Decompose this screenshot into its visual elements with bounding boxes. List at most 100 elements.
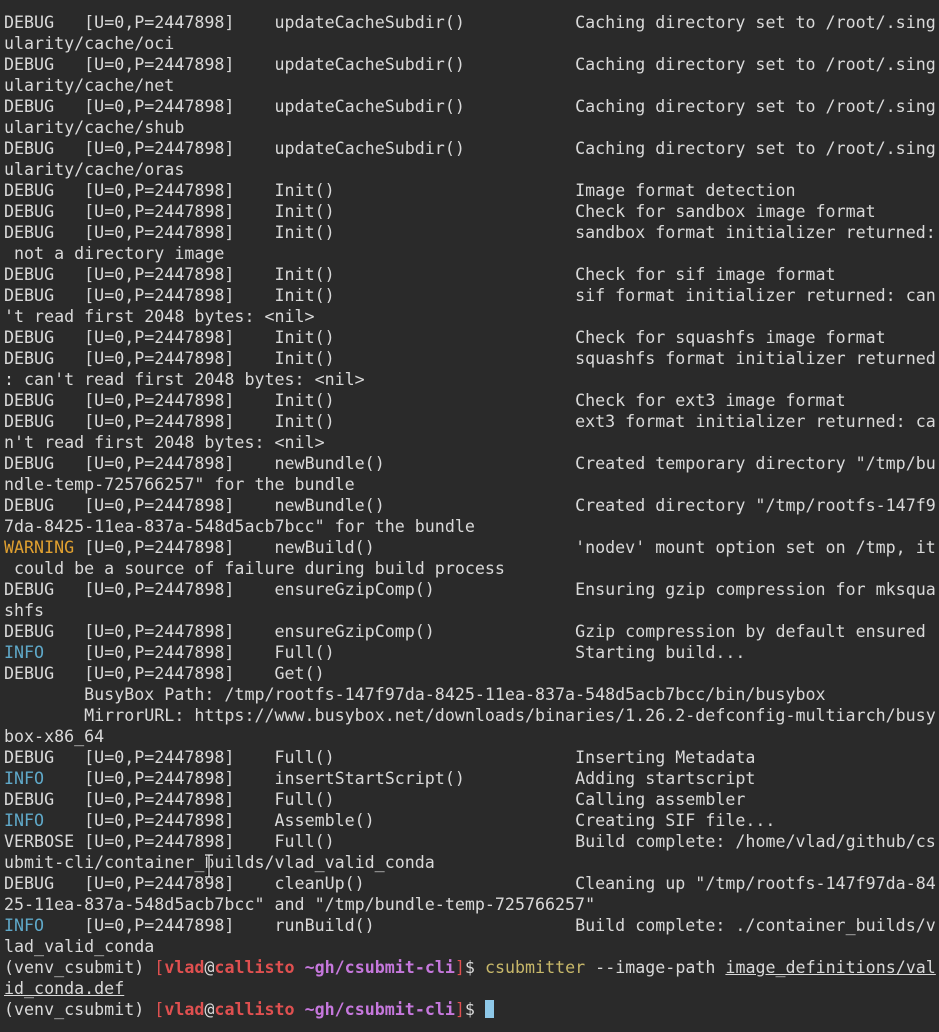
log-level-pad: [54, 874, 84, 893]
terminal-cursor[interactable]: [484, 1000, 494, 1018]
terminal-line: id_conda.def: [4, 978, 939, 999]
prompt-venv: (venv_csubmit): [4, 958, 155, 977]
log-level: DEBUG: [4, 286, 55, 305]
log-level-pad: [54, 496, 84, 515]
log-process-ids: [U=0,P=2447898]: [84, 181, 235, 200]
log-spacer: [335, 748, 575, 767]
log-level: DEBUG: [4, 55, 55, 74]
log-level-pad: [54, 223, 84, 242]
terminal-line: n't read first 2048 bytes: <nil>: [4, 432, 939, 453]
terminal-line: ularity/cache/oci: [4, 33, 939, 54]
log-function: newBuild(): [274, 538, 375, 557]
log-level: DEBUG: [4, 748, 55, 767]
log-process-ids: [U=0,P=2447898]: [84, 811, 235, 830]
terminal-line: (venv_csubmit) [vlad@callisto ~gh/csubmi…: [4, 999, 939, 1020]
log-function: Init(): [274, 286, 335, 305]
log-function: updateCacheSubdir(): [274, 55, 465, 74]
log-message: squashfs format initializer returned: [575, 349, 936, 368]
log-function: newBundle(): [274, 496, 385, 515]
log-spacer: [365, 874, 575, 893]
log-process-ids: [U=0,P=2447898]: [84, 748, 235, 767]
log-function: Full(): [274, 832, 335, 851]
log-level-pad: [54, 181, 84, 200]
prompt-bracket-open: [: [154, 1000, 165, 1019]
log-function: Init(): [274, 181, 335, 200]
log-spacer: [435, 622, 575, 641]
terminal-line: MirrorURL: https://www.busybox.net/downl…: [4, 705, 939, 726]
log-message: Ensuring gzip compression for mksqua: [575, 580, 936, 599]
log-continuation: not a directory image: [4, 244, 225, 263]
log-process-ids: [U=0,P=2447898]: [84, 832, 235, 851]
log-level-pad: [54, 622, 84, 641]
log-spacer: [335, 286, 575, 305]
terminal-line: INFO [U=0,P=2447898] insertStartScript()…: [4, 768, 939, 789]
log-level: INFO: [4, 811, 45, 830]
log-function: ensureGzipComp(): [274, 622, 435, 641]
log-level: INFO: [4, 916, 45, 935]
terminal-line: DEBUG [U=0,P=2447898] newBundle() Create…: [4, 453, 939, 474]
terminal-line: DEBUG [U=0,P=2447898] Init() sif format …: [4, 285, 939, 306]
log-spacer: [234, 622, 274, 641]
log-function: Init(): [274, 349, 335, 368]
log-spacer: [465, 97, 575, 116]
log-function: updateCacheSubdir(): [274, 139, 465, 158]
log-message: Caching directory set to /root/.sing: [575, 97, 936, 116]
log-level-pad: [44, 769, 84, 788]
terminal-line: DEBUG [U=0,P=2447898] newBundle() Create…: [4, 495, 939, 516]
log-spacer: [234, 748, 274, 767]
log-message: Check for sandbox image format: [575, 202, 876, 221]
terminal-line: 't read first 2048 bytes: <nil>: [4, 306, 939, 327]
log-spacer: [234, 538, 274, 557]
log-level-pad: [44, 643, 84, 662]
log-spacer: [335, 223, 575, 242]
log-continuation: shfs: [4, 601, 45, 620]
log-level-pad: [54, 139, 84, 158]
log-spacer: [375, 538, 575, 557]
log-spacer: [385, 496, 575, 515]
log-message: sif format initializer returned: can: [575, 286, 936, 305]
log-continuation: MirrorURL: https://www.busybox.net/downl…: [4, 706, 936, 725]
log-spacer: [234, 496, 274, 515]
terminal-output[interactable]: DEBUG [U=0,P=2447898] updateCacheSubdir(…: [4, 12, 939, 1020]
log-process-ids: [U=0,P=2447898]: [84, 622, 235, 641]
log-process-ids: [U=0,P=2447898]: [84, 265, 235, 284]
log-level-pad: [54, 748, 84, 767]
log-message: Check for sif image format: [575, 265, 836, 284]
log-spacer: [234, 181, 274, 200]
log-level: DEBUG: [4, 265, 55, 284]
prompt-host: callisto: [214, 1000, 295, 1019]
prompt-at: @: [204, 958, 215, 977]
log-message: Created directory "/tmp/rootfs-147f9: [575, 496, 936, 515]
log-process-ids: [U=0,P=2447898]: [84, 496, 235, 515]
log-spacer: [375, 811, 575, 830]
terminal-line: : can't read first 2048 bytes: <nil>: [4, 369, 939, 390]
terminal-line: INFO [U=0,P=2447898] Assemble() Creating…: [4, 810, 939, 831]
log-level: INFO: [4, 769, 45, 788]
log-spacer: [234, 55, 274, 74]
command-argument-continuation: id_conda.def: [4, 979, 125, 998]
log-spacer: [335, 202, 575, 221]
log-function: runBuild(): [274, 916, 375, 935]
log-level-pad: [54, 580, 84, 599]
log-function: Assemble(): [274, 811, 375, 830]
log-function: ensureGzipComp(): [274, 580, 435, 599]
log-process-ids: [U=0,P=2447898]: [84, 55, 235, 74]
log-level-pad: [44, 916, 84, 935]
log-continuation: lad_valid_conda: [4, 937, 155, 956]
log-message: Starting build...: [575, 643, 746, 662]
prompt-dollar: $: [464, 1000, 485, 1019]
log-level: DEBUG: [4, 496, 55, 515]
log-spacer: [234, 202, 274, 221]
log-message: Check for squashfs image format: [575, 328, 886, 347]
log-spacer: [335, 265, 575, 284]
log-message: Adding startscript: [575, 769, 756, 788]
terminal-line: DEBUG [U=0,P=2447898] updateCacheSubdir(…: [4, 96, 939, 117]
prompt-bracket-close: ]: [454, 958, 465, 977]
log-level-pad: [44, 811, 84, 830]
terminal-line: DEBUG [U=0,P=2447898] Full() Inserting M…: [4, 747, 939, 768]
terminal-line: DEBUG [U=0,P=2447898] Get(): [4, 663, 939, 684]
log-spacer: [465, 13, 575, 32]
log-spacer: [325, 664, 575, 683]
prompt-venv: (venv_csubmit): [4, 1000, 155, 1019]
terminal-line: box-x86_64: [4, 726, 939, 747]
